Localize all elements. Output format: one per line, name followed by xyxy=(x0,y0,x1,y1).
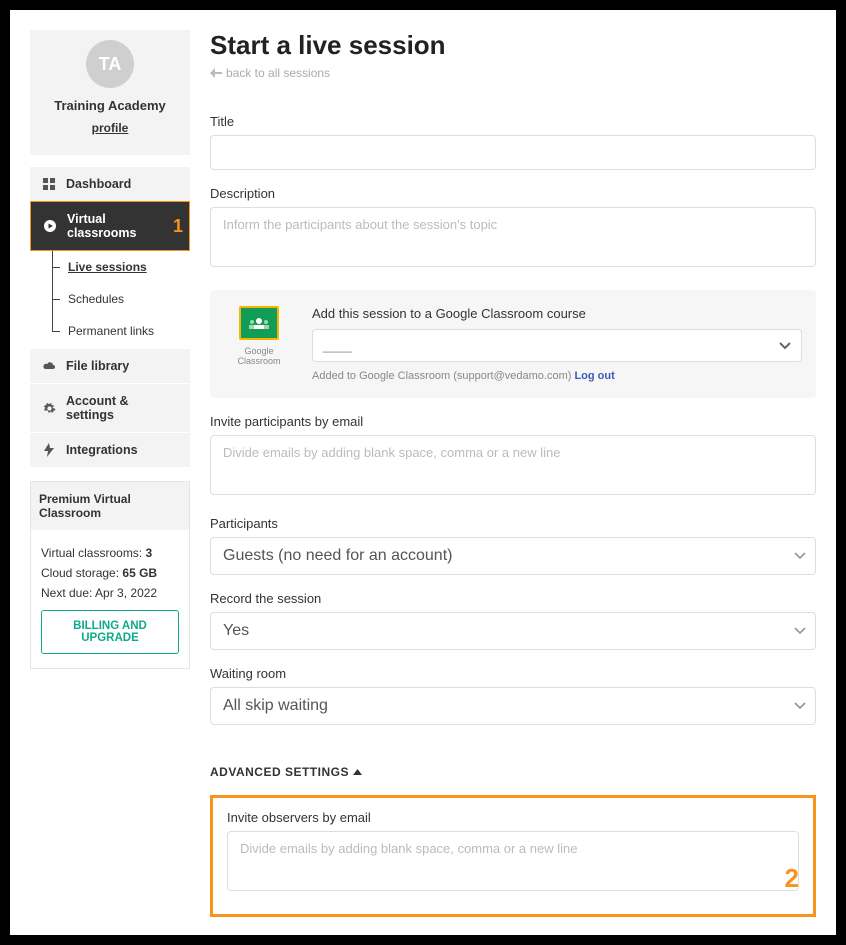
google-classroom-selected-value: ____ xyxy=(323,338,352,353)
sidebar-nav: Dashboard Virtual classrooms 1 Live sess… xyxy=(30,167,190,467)
title-input[interactable] xyxy=(210,135,816,170)
main-content: Start a live session back to all session… xyxy=(210,30,816,915)
google-classroom-panel: Google Classroom Add this session to a G… xyxy=(210,290,816,398)
participants-label: Participants xyxy=(210,516,816,531)
grid-icon xyxy=(42,177,56,191)
sidebar-subnav: Live sessions Schedules Permanent links xyxy=(30,251,190,349)
sidebar-sub-schedules[interactable]: Schedules xyxy=(52,283,190,315)
invite-participants-label: Invite participants by email xyxy=(210,414,816,429)
sidebar-item-label: Account & settings xyxy=(66,394,178,422)
premium-storage-line: Cloud storage: 65 GB xyxy=(41,566,179,580)
annotation-marker-2: 2 xyxy=(785,863,799,894)
back-link-label: back to all sessions xyxy=(226,66,330,80)
sidebar-item-integrations[interactable]: Integrations xyxy=(30,432,190,467)
sidebar-item-file-library[interactable]: File library xyxy=(30,349,190,383)
page-title: Start a live session xyxy=(210,30,816,61)
google-classroom-course-select[interactable]: ____ xyxy=(312,329,802,362)
billing-upgrade-button[interactable]: BILLING AND UPGRADE xyxy=(41,610,179,654)
sidebar-item-label: Virtual classrooms xyxy=(67,212,177,240)
google-classroom-logout-link[interactable]: Log out xyxy=(574,370,614,382)
sidebar-item-label: Integrations xyxy=(66,443,138,457)
back-link[interactable]: back to all sessions xyxy=(210,66,330,80)
profile-block: TA Training Academy profile xyxy=(30,30,190,155)
premium-panel: Premium Virtual Classroom Virtual classr… xyxy=(30,481,190,669)
google-classroom-caption: Google Classroom xyxy=(224,346,294,366)
sidebar-item-label: File library xyxy=(66,359,129,373)
description-textarea[interactable] xyxy=(210,207,816,267)
bolt-icon xyxy=(42,443,56,457)
org-name: Training Academy xyxy=(38,98,182,113)
play-circle-icon xyxy=(43,219,57,233)
record-label: Record the session xyxy=(210,591,816,606)
waiting-room-select[interactable]: All skip waiting xyxy=(210,687,816,725)
annotation-marker-1: 1 xyxy=(173,216,183,237)
description-label: Description xyxy=(210,186,816,201)
google-classroom-icon xyxy=(239,306,279,340)
waiting-room-label: Waiting room xyxy=(210,666,816,681)
sidebar-item-label: Dashboard xyxy=(66,177,131,191)
invite-participants-textarea[interactable] xyxy=(210,435,816,495)
google-classroom-note: Added to Google Classroom (support@vedam… xyxy=(312,370,802,382)
caret-up-icon xyxy=(353,769,362,775)
sidebar-item-virtual-classrooms[interactable]: Virtual classrooms 1 xyxy=(30,201,190,251)
chevron-down-icon xyxy=(779,342,791,350)
sidebar: TA Training Academy profile Dashboard xyxy=(30,30,190,915)
sidebar-sub-permanent-links[interactable]: Permanent links xyxy=(52,315,190,347)
advanced-settings-toggle[interactable]: ADVANCED SETTINGS xyxy=(210,765,362,779)
avatar: TA xyxy=(86,40,134,88)
cloud-icon xyxy=(42,359,56,373)
premium-classrooms-line: Virtual classrooms: 3 xyxy=(41,546,179,560)
gear-icon xyxy=(42,401,56,415)
sidebar-sub-live-sessions[interactable]: Live sessions xyxy=(52,251,190,283)
record-select[interactable]: Yes xyxy=(210,612,816,650)
premium-heading: Premium Virtual Classroom xyxy=(31,482,189,530)
title-label: Title xyxy=(210,114,816,129)
premium-nextdue-line: Next due: Apr 3, 2022 xyxy=(41,586,179,600)
invite-observers-textarea[interactable] xyxy=(227,831,799,891)
profile-link[interactable]: profile xyxy=(92,121,129,135)
arrow-left-icon xyxy=(210,68,222,78)
google-classroom-heading: Add this session to a Google Classroom c… xyxy=(312,306,802,321)
participants-select[interactable]: Guests (no need for an account) xyxy=(210,537,816,575)
invite-observers-section: Invite observers by email 2 xyxy=(210,795,816,917)
sidebar-item-dashboard[interactable]: Dashboard xyxy=(30,167,190,201)
invite-observers-label: Invite observers by email xyxy=(227,810,799,825)
sidebar-item-account-settings[interactable]: Account & settings xyxy=(30,383,190,432)
